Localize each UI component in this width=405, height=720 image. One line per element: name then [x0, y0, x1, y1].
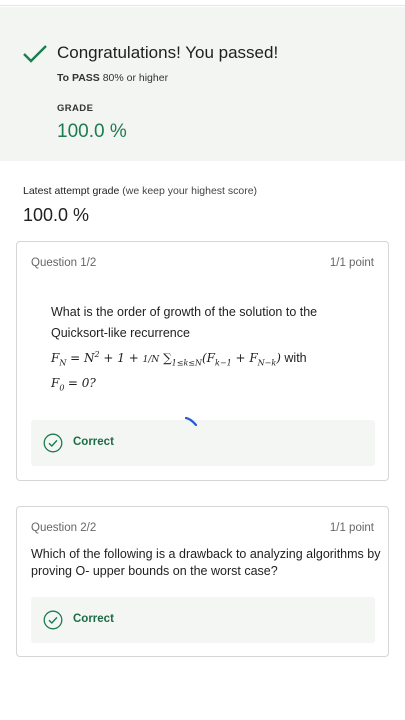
pass-title: Congratulations! You passed! [57, 43, 279, 62]
question-text-line: proving O- upper bounds on the worst cas… [31, 564, 278, 578]
grade-value: 100.0 % [57, 121, 127, 142]
latest-attempt-note: (we keep your highest score) [122, 185, 258, 197]
feedback-box: Correct [31, 597, 375, 643]
grade-label: GRADE [57, 103, 94, 114]
pass-threshold: To PASS 80% or higher [57, 72, 168, 84]
loading-spinner-icon [185, 416, 197, 426]
question-card-2: Question 2/2 1/1 point Which of the foll… [16, 506, 389, 657]
recurrence-formula: FN = N2 + 1 + 1/N ∑1≤k≤N(Fk−1 + FN−k) wi… [51, 350, 307, 368]
initial-condition: F0 = 0? [51, 376, 96, 393]
check-circle-icon [43, 610, 63, 630]
question-text: Which of the following is a drawback to … [31, 546, 381, 580]
feedback-label: Correct [73, 613, 114, 625]
question-text: What is the order of growth of the solut… [51, 302, 371, 399]
latest-attempt-title: Latest attempt grade [23, 185, 120, 197]
question-points: 1/1 point [329, 257, 374, 269]
question-text-line: What is the order of growth of the solut… [51, 305, 318, 319]
checkmark-icon [23, 45, 47, 63]
feedback-label: Correct [73, 436, 114, 448]
question-card-1: Question 1/2 1/1 point What is the order… [16, 241, 389, 481]
check-circle-icon [43, 433, 63, 453]
initial-condition-value: = 0? [67, 376, 96, 391]
formula-with: with [284, 351, 307, 365]
question-text-line: Quicksort-like recurrence [51, 326, 190, 340]
pass-threshold-value: 80% or higher [102, 72, 169, 84]
question-header: Question 1/2 [31, 257, 97, 269]
pass-threshold-label: To PASS [57, 72, 100, 84]
question-points: 1/1 point [329, 522, 374, 534]
latest-attempt-label: Latest attempt grade (we keep your highe… [23, 185, 257, 197]
latest-attempt-score: 100.0 % [23, 205, 90, 225]
top-divider [0, 0, 405, 6]
feedback-box: Correct [31, 420, 375, 466]
question-header: Question 2/2 [31, 522, 97, 534]
question-text-line: Which of the following is a drawback to … [31, 547, 381, 561]
result-panel: Congratulations! You passed! To PASS 80%… [0, 7, 405, 161]
